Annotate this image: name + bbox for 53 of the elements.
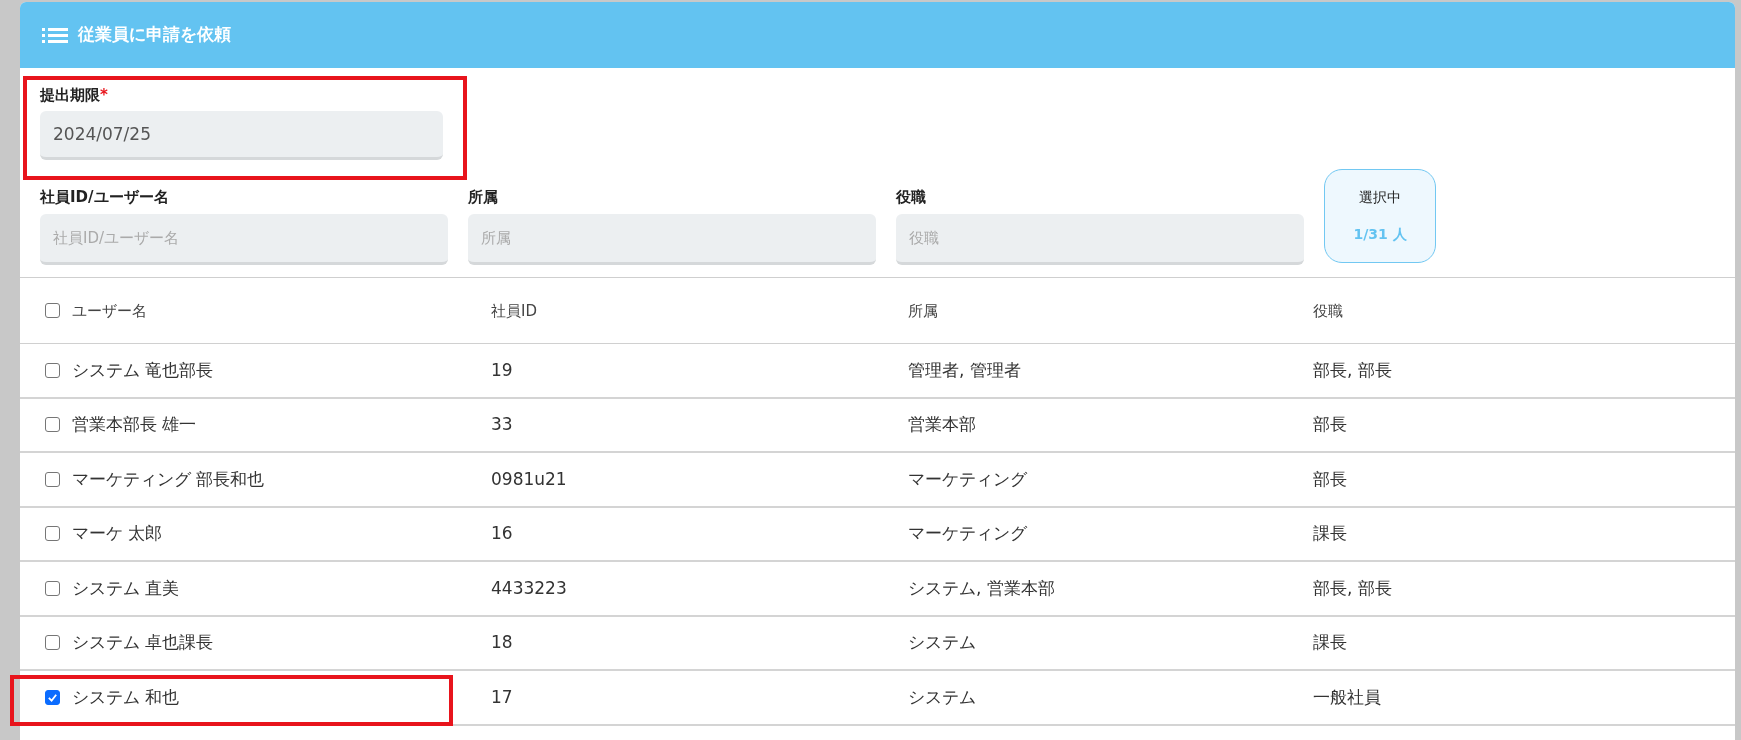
table-cell: 一般社員 <box>1313 686 1381 707</box>
table-cell: 管理者, 管理者 <box>908 359 1021 380</box>
table-cell: システム <box>908 632 976 652</box>
table-cell: 18 <box>491 632 513 652</box>
table-cell: システム 直美 <box>72 577 180 598</box>
column-header: ユーザー名 <box>72 301 147 320</box>
table-cell: マーケティング <box>908 523 1027 543</box>
checkbox[interactable] <box>44 417 60 433</box>
table-cell: 4433223 <box>491 577 567 598</box>
filter-field[interactable]: 所属 <box>468 214 876 265</box>
table-cell: システム 竜也部長 <box>72 359 214 380</box>
filter-field[interactable]: 役職 <box>896 214 1304 265</box>
filter-field[interactable]: 社員ID/ユーザー名 <box>40 214 448 265</box>
table-cell: 33 <box>491 414 513 434</box>
list-icon <box>42 27 68 43</box>
table-cell: 課長 <box>1313 632 1347 652</box>
table-cell: システム 卓也課長 <box>72 632 214 652</box>
checkbox[interactable] <box>44 580 60 596</box>
table-cell: 17 <box>491 686 513 707</box>
table-cell: 部長, 部長 <box>1313 577 1392 598</box>
date-field[interactable]: 2024/07/25 <box>40 110 443 160</box>
table-cell: 営業本部 <box>908 414 976 434</box>
column-header: 所属 <box>908 301 938 320</box>
field-label: 役職 <box>896 186 927 208</box>
checkbox[interactable] <box>44 471 60 487</box>
table-cell: 営業本部長 雄一 <box>72 414 197 434</box>
checkbox[interactable] <box>44 635 60 651</box>
field-label: 所属 <box>468 186 499 208</box>
counter-value: 1/31 人 <box>1353 225 1407 244</box>
checkbox[interactable] <box>44 526 60 542</box>
checkmark-icon <box>46 691 58 703</box>
counter-label: 選択中 <box>1359 188 1401 207</box>
table-cell: システム <box>908 686 976 707</box>
table-cell: システム 和也 <box>72 686 180 707</box>
table-cell: 部長 <box>1313 468 1347 489</box>
checkbox[interactable] <box>44 362 60 378</box>
checkbox[interactable] <box>44 689 60 705</box>
table-cell: マーケティング 部長和也 <box>72 468 265 489</box>
column-header: 社員ID <box>491 301 537 320</box>
field-label: 社員ID/ユーザー名 <box>40 186 170 208</box>
table-cell: マーケ 太郎 <box>72 523 163 543</box>
table-cell: 0981u21 <box>491 468 567 489</box>
table-cell: システム, 営業本部 <box>908 577 1055 598</box>
table-cell: 16 <box>491 523 513 543</box>
field-label: 提出期限* <box>40 85 109 106</box>
dialog-title: 従業員に申請を依頼 <box>78 23 231 47</box>
table-cell: マーケティング <box>908 468 1027 489</box>
table-cell: 部長, 部長 <box>1313 359 1392 380</box>
table-cell: 部長 <box>1313 414 1347 434</box>
column-header: 役職 <box>1313 301 1343 320</box>
table-cell: 19 <box>491 359 513 380</box>
table-cell: 課長 <box>1313 523 1347 543</box>
checkbox[interactable] <box>44 303 60 318</box>
